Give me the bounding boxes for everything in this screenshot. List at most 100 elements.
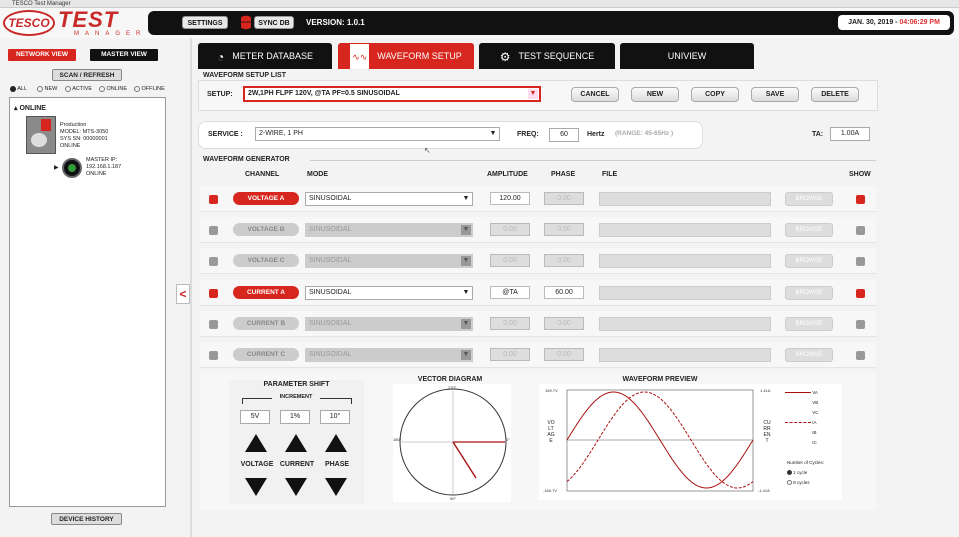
freq-input[interactable]: 60 bbox=[549, 128, 579, 142]
browse-button[interactable]: BROWSE bbox=[785, 192, 833, 206]
scan-refresh-button[interactable]: SCAN / REFRESH bbox=[52, 69, 122, 81]
channel-pill[interactable]: CURRENT A bbox=[233, 286, 299, 299]
current-up-arrow-icon[interactable] bbox=[285, 434, 307, 452]
enable-checkbox[interactable] bbox=[209, 257, 218, 266]
copy-button[interactable]: COPY bbox=[691, 87, 739, 102]
phase-input[interactable]: 0.00 bbox=[544, 254, 584, 267]
setup-select[interactable]: 2W,1PH FLPF 120V, @TA PF=0.5 SINUSOIDAL … bbox=[243, 86, 541, 102]
master-view-button[interactable]: MASTER VIEW bbox=[90, 49, 158, 61]
time-text: 04:06:29 PM bbox=[899, 19, 940, 26]
setup-value: 2W,1PH FLPF 120V, @TA PF=0.5 SINUSOIDAL bbox=[248, 90, 400, 97]
radio-all[interactable]: ALL bbox=[10, 85, 27, 94]
current-shift-label: CURRENT bbox=[279, 461, 315, 468]
file-field[interactable] bbox=[599, 317, 771, 331]
settings-button[interactable]: SETTINGS bbox=[182, 16, 228, 29]
meter-device-icon[interactable] bbox=[26, 116, 56, 154]
amplitude-input[interactable]: 0.00 bbox=[490, 223, 530, 236]
channel-pill[interactable]: VOLTAGE A bbox=[233, 192, 299, 205]
phase-input[interactable]: 60.00 bbox=[544, 286, 584, 299]
radio-active[interactable]: ACTIVE bbox=[65, 85, 92, 94]
sync-db-button[interactable]: SYNC DB bbox=[254, 16, 294, 29]
mode-select[interactable]: SINUSOIDAL ▼ bbox=[305, 254, 473, 268]
voltage-down-arrow-icon[interactable] bbox=[245, 478, 267, 496]
channel-pill[interactable]: CURRENT C bbox=[233, 348, 299, 361]
channel-pill[interactable]: VOLTAGE B bbox=[233, 223, 299, 236]
file-field[interactable] bbox=[599, 223, 771, 237]
phase-up-arrow-icon[interactable] bbox=[325, 434, 347, 452]
tab-waveform-setup[interactable]: ∿∿ WAVEFORM SETUP bbox=[338, 43, 474, 70]
show-checkbox[interactable] bbox=[856, 195, 865, 204]
parameter-shift-title: PARAMETER SHIFT bbox=[263, 381, 330, 388]
amplitude-input[interactable]: 120.00 bbox=[490, 192, 530, 205]
vector-left-label: 180° bbox=[393, 437, 402, 442]
radio-online[interactable]: ONLINE bbox=[99, 85, 127, 94]
radio-8-cycles[interactable]: 8 cycles bbox=[787, 480, 842, 486]
enable-checkbox[interactable] bbox=[209, 320, 218, 329]
mode-value: SINUSOIDAL bbox=[309, 226, 352, 233]
chevron-down-icon: ▼ bbox=[461, 350, 471, 360]
phase-input[interactable]: 0.00 bbox=[544, 223, 584, 236]
file-field[interactable] bbox=[599, 286, 771, 300]
browse-button[interactable]: BROWSE bbox=[785, 223, 833, 237]
chevron-down-icon: ▼ bbox=[461, 225, 471, 235]
collapse-panel-button[interactable]: < bbox=[176, 284, 190, 304]
radio-1-cycle[interactable]: 1 cycle bbox=[787, 470, 842, 476]
channel-pill[interactable]: CURRENT B bbox=[233, 317, 299, 330]
tab-uniview[interactable]: UNIVIEW bbox=[620, 43, 754, 69]
amplitude-input[interactable]: @TA bbox=[490, 286, 530, 299]
phase-input[interactable]: 0.00 bbox=[544, 317, 584, 330]
new-button[interactable]: NEW bbox=[631, 87, 679, 102]
browse-button[interactable]: BROWSE bbox=[785, 254, 833, 268]
phase-down-arrow-icon[interactable] bbox=[325, 478, 347, 496]
browse-button[interactable]: BROWSE bbox=[785, 348, 833, 362]
enable-checkbox[interactable] bbox=[209, 195, 218, 204]
save-button[interactable]: SAVE bbox=[751, 87, 799, 102]
mode-select[interactable]: SINUSOIDAL ▼ bbox=[305, 317, 473, 331]
show-checkbox[interactable] bbox=[856, 226, 865, 235]
phase-input[interactable]: 0.00 bbox=[544, 348, 584, 361]
file-field[interactable] bbox=[599, 348, 771, 362]
enable-checkbox[interactable] bbox=[209, 289, 218, 298]
freq-label: FREQ: bbox=[517, 131, 539, 138]
delete-button[interactable]: DELETE bbox=[811, 87, 859, 102]
cancel-button[interactable]: CANCEL bbox=[571, 87, 619, 102]
phase-increment-input[interactable]: 10° bbox=[320, 410, 350, 424]
generator-row: CURRENT A SINUSOIDAL ▼ @TA 60.00 BROWSE bbox=[200, 280, 876, 306]
current-down-arrow-icon[interactable] bbox=[285, 478, 307, 496]
phase-input[interactable]: 0.00 bbox=[544, 192, 584, 205]
master-device-icon[interactable] bbox=[62, 158, 82, 178]
browse-button[interactable]: BROWSE bbox=[785, 317, 833, 331]
tab-test-sequence[interactable]: ⚙ TEST SEQUENCE bbox=[479, 43, 615, 69]
show-checkbox[interactable] bbox=[856, 351, 865, 360]
current-increment-input[interactable]: 1% bbox=[280, 410, 310, 424]
radio-new[interactable]: NEW bbox=[37, 85, 57, 94]
mode-select[interactable]: SINUSOIDAL ▼ bbox=[305, 348, 473, 362]
mode-select[interactable]: SINUSOIDAL ▼ bbox=[305, 192, 473, 206]
file-field[interactable] bbox=[599, 254, 771, 268]
expand-arrow-icon[interactable]: ▶ bbox=[54, 164, 59, 171]
device-tree: ▴ ONLINE Production MODEL: MTS-3050 SYS SN… bbox=[9, 97, 166, 507]
channel-pill[interactable]: VOLTAGE C bbox=[233, 254, 299, 267]
mode-select[interactable]: SINUSOIDAL ▼ bbox=[305, 223, 473, 237]
mode-select[interactable]: SINUSOIDAL ▼ bbox=[305, 286, 473, 300]
browse-button[interactable]: BROWSE bbox=[785, 286, 833, 300]
ta-input[interactable]: 1.00A bbox=[830, 127, 870, 141]
enable-checkbox[interactable] bbox=[209, 226, 218, 235]
chevron-down-icon: ▼ bbox=[461, 319, 471, 329]
device-history-button[interactable]: DEVICE HISTORY bbox=[51, 513, 122, 525]
amplitude-input[interactable]: 0.00 bbox=[490, 254, 530, 267]
voltage-up-arrow-icon[interactable] bbox=[245, 434, 267, 452]
show-checkbox[interactable] bbox=[856, 289, 865, 298]
amplitude-input[interactable]: 0.00 bbox=[490, 317, 530, 330]
tab-meter-database[interactable]: ◔ METER DATABASE bbox=[198, 43, 332, 69]
service-select[interactable]: 2-WIRE, 1 PH ▼ bbox=[255, 127, 500, 141]
voltage-increment-input[interactable]: 5V bbox=[240, 410, 270, 424]
show-checkbox[interactable] bbox=[856, 320, 865, 329]
file-field[interactable] bbox=[599, 192, 771, 206]
network-view-button[interactable]: NETWORK VIEW bbox=[8, 49, 76, 61]
tree-online-header[interactable]: ▴ ONLINE bbox=[14, 104, 46, 112]
enable-checkbox[interactable] bbox=[209, 351, 218, 360]
show-checkbox[interactable] bbox=[856, 257, 865, 266]
radio-offline[interactable]: OFFLINE bbox=[134, 85, 165, 94]
amplitude-input[interactable]: 0.00 bbox=[490, 348, 530, 361]
